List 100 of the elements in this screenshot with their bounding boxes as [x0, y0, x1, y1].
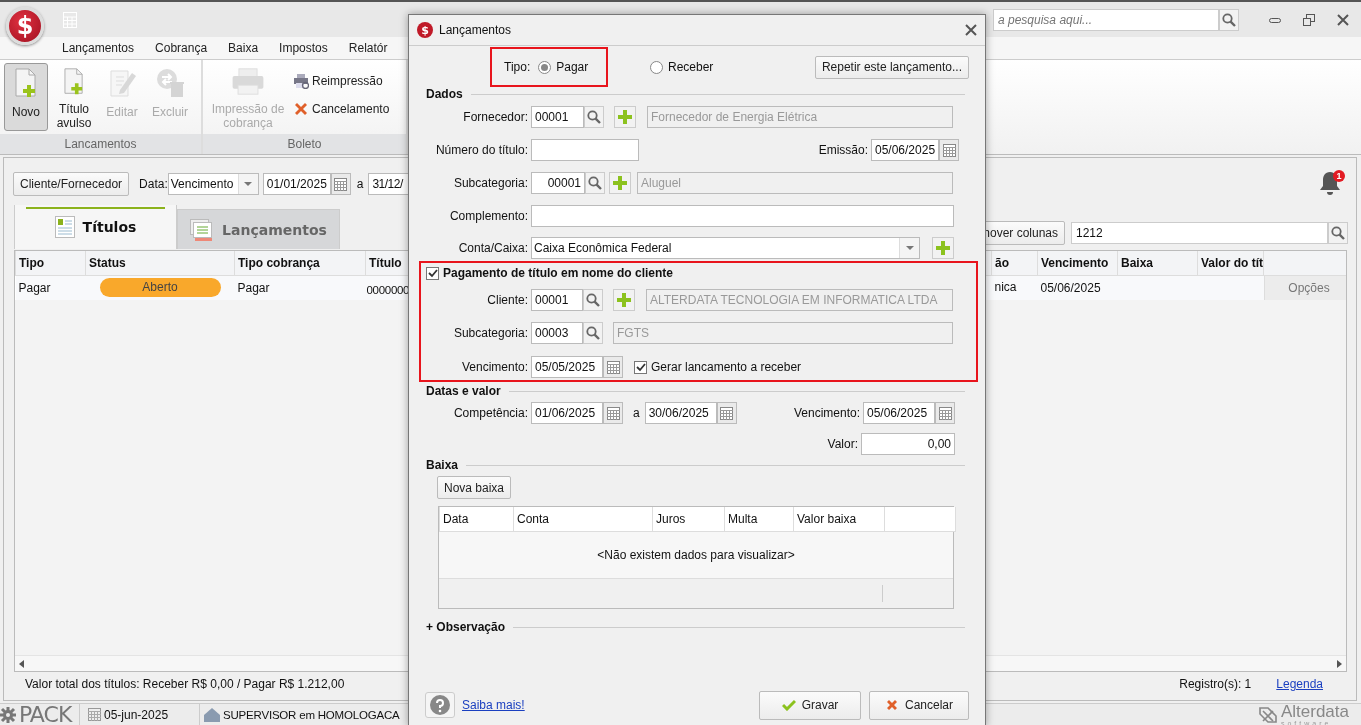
date-field[interactable]: 05/06/2025 [863, 402, 935, 424]
calendar-button[interactable] [603, 402, 623, 424]
calendar-icon [720, 406, 734, 420]
field-label: Data: [139, 177, 168, 191]
calendar-icon [606, 406, 620, 420]
ribbon-button[interactable]: Novo [4, 63, 48, 131]
field-label: Subcategoria: [452, 176, 529, 190]
right-arrow-icon [1337, 659, 1342, 668]
printer-icon [293, 73, 309, 89]
field-label: Valor: [827, 437, 858, 451]
search-icon [587, 110, 601, 124]
table-cell: Pagar [234, 275, 366, 300]
calendar-button[interactable] [716, 402, 737, 424]
menu-item[interactable]: Cobrança [155, 41, 208, 55]
input-field[interactable]: 00001 [531, 172, 585, 194]
cancel-button[interactable]: Cancelar [869, 690, 969, 720]
column-header[interactable]: Status [85, 251, 235, 275]
input-field[interactable] [531, 139, 639, 161]
column-header[interactable]: ão [991, 251, 1038, 275]
save-button[interactable]: Gravar [759, 690, 861, 720]
column-header[interactable]: Valor do tít [1197, 251, 1264, 275]
search-field[interactable]: a pesquisa aqui... [993, 8, 1219, 31]
add-button[interactable] [932, 237, 954, 259]
radio-option[interactable]: Pagar [538, 60, 589, 74]
group-label: Boleto [203, 134, 406, 154]
legend-link[interactable]: Legenda [1276, 677, 1323, 691]
help-button[interactable] [425, 692, 455, 718]
restore-icon[interactable] [1303, 13, 1315, 26]
ribbon-button[interactable]: Cancelamento [293, 101, 390, 117]
date-field[interactable]: 05/05/2025 [531, 356, 603, 378]
search-button[interactable] [585, 172, 605, 194]
date-field[interactable]: 05/06/2025 [871, 139, 939, 161]
field-label: Tipo: [504, 60, 531, 74]
checkbox[interactable]: Pagamento de título em nome do cliente [426, 265, 976, 281]
date-field[interactable]: 01/01/2025 [262, 173, 331, 195]
radio-option[interactable]: Receber [650, 60, 714, 74]
field-label: Cliente: [486, 293, 529, 307]
status-user: SUPERVISOR em HOMOLOGACA [223, 708, 400, 721]
x-icon [293, 101, 309, 117]
calendar-button[interactable] [603, 356, 623, 378]
menu-item[interactable]: Lançamentos [62, 41, 135, 55]
input-field[interactable] [531, 205, 954, 227]
repeat-button[interactable]: Repetir este lançamento... [814, 55, 969, 79]
search-button[interactable] [583, 322, 603, 344]
column-header[interactable]: Valor baixa [793, 507, 885, 531]
menu-item[interactable]: Baixa [228, 41, 259, 55]
tab[interactable]: Títulos [14, 205, 177, 249]
column-header[interactable]: Juros [652, 507, 725, 531]
ribbon-button[interactable]: Título avulso [52, 63, 96, 131]
calendar-icon [606, 360, 620, 374]
input-field[interactable]: 0,00 [861, 433, 955, 455]
new-payment-button[interactable]: Nova baixa [437, 476, 512, 499]
column-header[interactable]: Vencimento [1037, 251, 1118, 275]
field-label: Complemento: [448, 209, 529, 223]
calendar-button[interactable] [330, 173, 351, 195]
ribbon-button[interactable]: Reimpressão [293, 73, 390, 89]
column-header[interactable]: Baixa [1117, 251, 1198, 275]
calendar-button[interactable] [935, 402, 955, 424]
field-label: Conta/Caixa: [457, 241, 529, 255]
input-field[interactable]: 00003 [531, 322, 583, 344]
column-header[interactable]: Conta [513, 507, 653, 531]
column-header[interactable]: Tipo [15, 251, 86, 275]
status-badge: Aberto [99, 278, 221, 297]
close-icon[interactable] [1337, 13, 1349, 26]
search-button[interactable] [1219, 8, 1239, 31]
expand-link[interactable]: + Observação [426, 620, 506, 634]
help-link[interactable]: Saiba mais! [462, 698, 525, 712]
search-button[interactable] [584, 106, 604, 128]
date-field[interactable]: 30/06/2025 [644, 402, 717, 424]
menu-item[interactable]: Relatór [348, 41, 388, 55]
input-field[interactable]: 00001 [531, 289, 583, 311]
search-button[interactable] [1328, 222, 1348, 244]
search-field[interactable]: 1212 [1071, 222, 1328, 244]
record-count: Registro(s): 1 [1179, 677, 1252, 691]
left-arrow-icon [19, 659, 24, 668]
account-dropdown[interactable]: Caixa Econômica Federal [531, 237, 920, 259]
column-header[interactable]: Tipo cobrança [234, 251, 366, 275]
check-icon [427, 268, 438, 278]
field-label: a [356, 177, 364, 191]
tab[interactable]: Lançamentos [177, 209, 340, 249]
field-label: Emissão: [818, 143, 868, 157]
dialog-icon: $ [417, 22, 433, 38]
add-button[interactable] [614, 106, 636, 128]
client-supplier-button[interactable]: Cliente/Fornecedor [13, 172, 130, 196]
date-type-dropdown[interactable]: Vencimento [167, 173, 259, 195]
section-title: Baixa [426, 458, 459, 472]
search-button[interactable] [583, 289, 603, 311]
menu-item[interactable]: Impostos [279, 41, 328, 55]
date-field[interactable]: 01/06/2025 [531, 402, 603, 424]
document-money-icon [54, 216, 75, 238]
calendar-button[interactable] [939, 139, 959, 161]
x-icon [885, 698, 899, 712]
close-icon[interactable] [965, 24, 977, 36]
checkbox[interactable]: Gerar lancamento a receber [634, 360, 802, 374]
column-header[interactable]: Multa [724, 507, 794, 531]
add-button[interactable] [613, 289, 635, 311]
plus-icon [618, 110, 632, 124]
column-header[interactable]: Data [439, 507, 514, 531]
search-icon [1222, 12, 1236, 27]
input-field[interactable]: 00001 [531, 106, 584, 128]
